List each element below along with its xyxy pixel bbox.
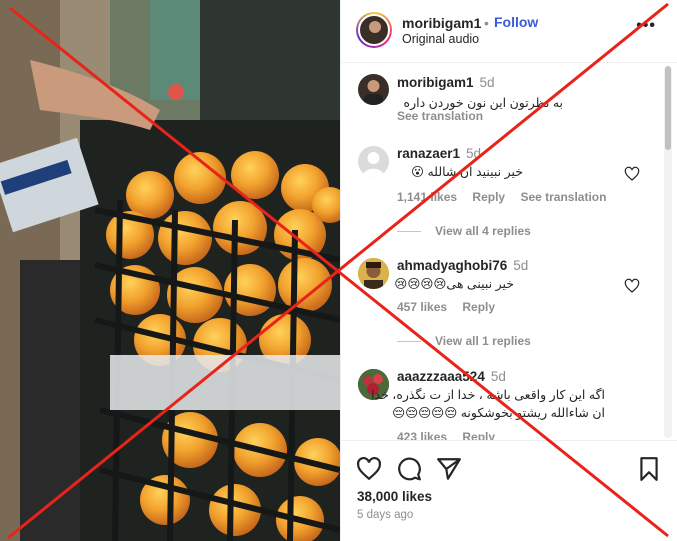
comment-avatar[interactable] — [358, 258, 389, 289]
comment-text-line-2: ان شاءالله ریشتو بخوشکونه 😔😔😔😔😔 — [392, 406, 605, 420]
comment-likes[interactable]: 457 likes — [397, 300, 447, 314]
comment-likes[interactable]: 423 likes — [397, 430, 447, 440]
likes-count[interactable]: 38,000 likes — [357, 489, 432, 504]
comment-meta: 1,141 likes Reply See translation — [397, 190, 618, 204]
author-avatar[interactable] — [356, 12, 392, 48]
follow-button[interactable]: Follow — [494, 14, 538, 30]
post-header: moribigam1 • Follow Original audio ••• — [341, 0, 677, 63]
user-photo-icon — [358, 258, 389, 289]
comment-username[interactable]: aaazzzaaa524 5d — [397, 369, 506, 384]
audio-label[interactable]: Original audio — [402, 32, 479, 46]
instagram-post-view: moribigam1 • Follow Original audio ••• m… — [0, 0, 677, 541]
post-date: 5 days ago — [357, 509, 414, 521]
comment-text: خیر نبینید ان شالله 😮 — [410, 165, 523, 179]
comment-text: خیر نبینی هی😢😢😢😢 — [394, 277, 514, 291]
comment-bubble-icon[interactable] — [396, 456, 422, 482]
caption-text: به نظرتون این نون خوردن داره — [403, 96, 563, 110]
caption-username[interactable]: moribigam1 5d — [397, 75, 495, 90]
comment-meta: 457 likes Reply — [397, 300, 507, 314]
post-actions: 38,000 likes 5 days ago — [341, 440, 677, 541]
separator-dot: • — [484, 15, 489, 31]
default-avatar-icon — [362, 152, 385, 177]
comment-text-line-1: اگه این کار واقعی باشه ، خدا از ت نگذره،… — [371, 388, 605, 402]
heart-icon[interactable] — [356, 456, 382, 482]
comment-username[interactable]: ahmadyaghobi76 5d — [397, 258, 528, 273]
view-replies-button[interactable]: View all 4 replies — [397, 224, 531, 238]
author-username[interactable]: moribigam1 — [402, 15, 481, 31]
bookmark-icon[interactable] — [636, 456, 662, 482]
reply-button[interactable]: Reply — [462, 430, 495, 440]
comment-username[interactable]: ranazaer1 5d — [397, 146, 481, 161]
post-side-panel: moribigam1 • Follow Original audio ••• m… — [340, 0, 677, 541]
user-photo-icon — [364, 80, 383, 105]
heart-icon[interactable] — [624, 166, 640, 182]
scrollbar-thumb[interactable] — [665, 66, 671, 150]
heart-icon[interactable] — [624, 278, 640, 294]
view-replies-button[interactable]: View all 1 replies — [397, 334, 531, 348]
paper-plane-icon[interactable] — [436, 456, 462, 482]
comment-likes[interactable]: 1,141 likes — [397, 190, 457, 204]
comment-avatar[interactable] — [358, 146, 389, 177]
peaches-crate-image — [0, 0, 340, 541]
reply-button[interactable]: Reply — [472, 190, 505, 204]
see-translation-button[interactable]: See translation — [520, 190, 606, 204]
comments-scrollbar[interactable] — [664, 66, 672, 438]
post-video[interactable] — [0, 0, 340, 541]
comment-meta: 423 likes Reply — [397, 430, 507, 440]
reply-button[interactable]: Reply — [462, 300, 495, 314]
caption-translate[interactable]: See translation — [397, 109, 495, 123]
more-options-icon[interactable]: ••• — [636, 17, 656, 35]
comments-list[interactable]: moribigam1 5d به نظرتون این نون خوردن دار… — [341, 64, 677, 440]
caption-avatar[interactable] — [358, 74, 389, 105]
